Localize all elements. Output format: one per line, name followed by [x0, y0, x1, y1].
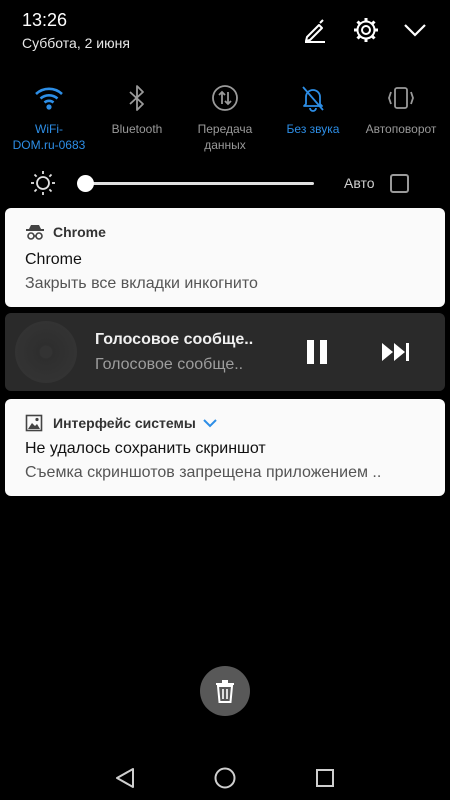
navigation-bar — [0, 752, 450, 800]
toggle-mute-label: Без звука — [286, 122, 340, 136]
pause-icon[interactable] — [302, 337, 332, 367]
brightness-slider-thumb[interactable] — [77, 175, 94, 192]
media-title: Голосовое сообще.. — [95, 331, 254, 348]
toggle-data-transfer-label: Передача данных — [197, 122, 253, 152]
autorotate-icon — [381, 80, 421, 116]
trash-icon — [214, 679, 236, 703]
quick-settings-toggles: WiFi- DOM.ru-0683 Bluetooth Передача дан… — [0, 80, 450, 160]
home-icon[interactable] — [211, 764, 239, 792]
auto-brightness-label: Авто — [344, 175, 375, 191]
date-label: Суббота, 2 июня — [22, 35, 130, 51]
data-transfer-icon — [205, 80, 245, 116]
brightness-row: Авто — [0, 168, 450, 198]
chevron-down-icon[interactable] — [399, 14, 431, 46]
toggle-wifi[interactable]: WiFi- DOM.ru-0683 — [5, 80, 93, 153]
recent-apps-icon[interactable] — [311, 764, 339, 792]
notification-chrome[interactable]: Chrome Chrome Закрыть все вкладки инкогн… — [5, 208, 445, 307]
notification-title: Не удалось сохранить скриншот — [25, 440, 266, 457]
toggle-autorotate[interactable]: Автоповорот — [357, 80, 445, 137]
bluetooth-icon — [117, 80, 157, 116]
toggle-data-transfer[interactable]: Передача данных — [181, 80, 269, 153]
toggle-wifi-label: WiFi- DOM.ru-0683 — [12, 122, 86, 152]
toggle-autorotate-label: Автоповорот — [365, 122, 437, 136]
notification-app-header: Интерфейс системы — [25, 414, 218, 432]
notification-text: Съемка скриншотов запрещена приложением … — [25, 464, 382, 481]
album-art — [15, 321, 77, 383]
screenshot-image-icon — [25, 414, 45, 432]
notification-app-header: Chrome — [25, 223, 106, 241]
notification-title: Chrome — [25, 251, 82, 268]
back-icon[interactable] — [111, 764, 139, 792]
skip-next-icon[interactable] — [379, 339, 413, 365]
toggle-bluetooth-label: Bluetooth — [111, 122, 163, 136]
gear-icon[interactable] — [350, 14, 382, 46]
notification-text: Закрыть все вкладки инкогнито — [25, 275, 258, 292]
toggle-bluetooth[interactable]: Bluetooth — [93, 80, 181, 137]
notification-system-ui[interactable]: Интерфейс системы Не удалось сохранить с… — [5, 399, 445, 496]
toggle-mute[interactable]: Без звука — [269, 80, 357, 137]
notification-media-player[interactable]: Голосовое сообще.. Голосовое сообще.. — [5, 313, 445, 391]
auto-brightness-checkbox[interactable] — [390, 174, 409, 193]
incognito-icon — [25, 223, 45, 241]
brightness-slider-track[interactable] — [85, 182, 314, 185]
expand-chevron-icon[interactable] — [202, 418, 218, 428]
clear-all-button[interactable] — [200, 666, 250, 716]
notification-app-name: Интерфейс системы — [53, 415, 196, 431]
status-header: 13:26 Суббота, 2 июня — [0, 0, 450, 70]
edit-icon[interactable] — [299, 14, 331, 46]
media-subtitle: Голосовое сообще.. — [95, 356, 244, 373]
clock-time: 13:26 — [22, 10, 68, 30]
wifi-icon — [29, 80, 69, 116]
notification-app-name: Chrome — [53, 224, 106, 240]
mute-icon — [293, 80, 333, 116]
brightness-sun-icon — [30, 170, 56, 196]
